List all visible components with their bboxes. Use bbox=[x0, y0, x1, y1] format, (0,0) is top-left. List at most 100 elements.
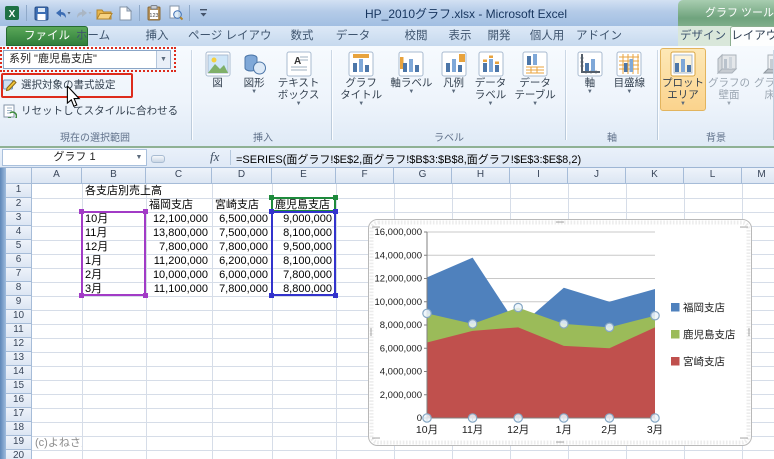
cell-C4[interactable]: 13,800,000 bbox=[146, 226, 212, 240]
cell-D4[interactable]: 7,500,000 bbox=[212, 226, 272, 240]
row-header-19[interactable]: 19 bbox=[6, 436, 32, 450]
cell-C2[interactable]: 福岡支店 bbox=[146, 198, 212, 212]
row-header-7[interactable]: 7 bbox=[6, 268, 32, 282]
row-header-6[interactable]: 6 bbox=[6, 254, 32, 268]
cell-C7[interactable]: 10,000,000 bbox=[146, 268, 212, 282]
column-header-D[interactable]: D bbox=[212, 168, 272, 184]
excel-logo-icon[interactable]: X bbox=[3, 4, 21, 22]
name-box-dropdown-icon[interactable]: ▼ bbox=[133, 151, 145, 164]
tab-review[interactable]: 校閲 bbox=[392, 26, 440, 46]
cell-D3[interactable]: 6,500,000 bbox=[212, 212, 272, 226]
tab-layout[interactable]: レイアウト bbox=[730, 26, 774, 46]
cell-A19[interactable]: (c)よねさん bbox=[32, 436, 82, 450]
cell-E6[interactable]: 8,100,000 bbox=[272, 254, 336, 268]
column-header-G[interactable]: G bbox=[394, 168, 452, 184]
redo-icon[interactable] bbox=[74, 4, 92, 22]
axis-labels-button[interactable]: 軸ラベル▼ bbox=[388, 48, 434, 111]
cell-C6[interactable]: 11,200,000 bbox=[146, 254, 212, 268]
save-icon[interactable] bbox=[32, 4, 50, 22]
row-header-18[interactable]: 18 bbox=[6, 422, 32, 436]
cell-E4[interactable]: 8,100,000 bbox=[272, 226, 336, 240]
chart-element-combo[interactable]: 系列 "鹿児島支店" ▼ bbox=[3, 50, 171, 69]
cell-E3[interactable]: 9,000,000 bbox=[272, 212, 336, 226]
column-header-M[interactable]: M bbox=[742, 168, 774, 184]
open-folder-icon[interactable] bbox=[95, 4, 113, 22]
tab-design[interactable]: デザイン bbox=[676, 26, 730, 46]
column-header-K[interactable]: K bbox=[626, 168, 684, 184]
column-header-I[interactable]: I bbox=[510, 168, 568, 184]
cell-D5[interactable]: 7,800,000 bbox=[212, 240, 272, 254]
cell-C8[interactable]: 11,100,000 bbox=[146, 282, 212, 296]
cell-B1[interactable]: 各支店別売上高 bbox=[82, 184, 210, 198]
row-header-1[interactable]: 1 bbox=[6, 184, 32, 198]
data-labels-button[interactable]: データラベル▼ bbox=[473, 48, 509, 111]
tab-data[interactable]: データ bbox=[328, 26, 378, 46]
cell-B4[interactable]: 11月 bbox=[82, 226, 146, 240]
formula-bar-handle[interactable] bbox=[151, 155, 165, 163]
tab-formulas[interactable]: 数式 bbox=[276, 26, 328, 46]
row-header-11[interactable]: 11 bbox=[6, 324, 32, 338]
cell-B3[interactable]: 10月 bbox=[82, 212, 146, 226]
qat-customize-icon[interactable] bbox=[195, 4, 213, 22]
cell-D8[interactable]: 7,800,000 bbox=[212, 282, 272, 296]
row-header-9[interactable]: 9 bbox=[6, 296, 32, 310]
reset-to-match-style-button[interactable]: リセットしてスタイルに合わせる bbox=[3, 103, 178, 118]
new-document-icon[interactable] bbox=[116, 4, 134, 22]
row-header-17[interactable]: 17 bbox=[6, 408, 32, 422]
cell-B5[interactable]: 12月 bbox=[82, 240, 146, 254]
cell-E7[interactable]: 7,800,000 bbox=[272, 268, 336, 282]
chart[interactable]: 02,000,0004,000,0006,000,0008,000,00010,… bbox=[368, 219, 752, 446]
row-header-13[interactable]: 13 bbox=[6, 352, 32, 366]
row-header-20[interactable]: 20 bbox=[6, 450, 32, 459]
column-header-H[interactable]: H bbox=[452, 168, 510, 184]
insert-function-icon[interactable]: fx bbox=[210, 149, 219, 165]
tab-page-layout[interactable]: ページ レイアウト bbox=[188, 26, 272, 46]
format-selection-button[interactable]: 選択対象の書式設定 bbox=[3, 77, 116, 92]
tab-insert[interactable]: 挿入 bbox=[130, 26, 184, 46]
row-header-3[interactable]: 3 bbox=[6, 212, 32, 226]
row-header-4[interactable]: 4 bbox=[6, 226, 32, 240]
column-header-J[interactable]: J bbox=[568, 168, 626, 184]
column-header-L[interactable]: L bbox=[684, 168, 742, 184]
column-header-C[interactable]: C bbox=[146, 168, 212, 184]
row-header-8[interactable]: 8 bbox=[6, 282, 32, 296]
tab-personal[interactable]: 個人用 bbox=[521, 26, 573, 46]
row-header-15[interactable]: 15 bbox=[6, 380, 32, 394]
row-header-10[interactable]: 10 bbox=[6, 310, 32, 324]
picture-button[interactable]: 図 bbox=[203, 48, 233, 111]
cell-E2[interactable]: 鹿児島支店 bbox=[272, 198, 336, 212]
cell-C5[interactable]: 7,800,000 bbox=[146, 240, 212, 254]
cell-C3[interactable]: 12,100,000 bbox=[146, 212, 212, 226]
tab-developer[interactable]: 開発 bbox=[477, 26, 521, 46]
cell-B8[interactable]: 3月 bbox=[82, 282, 146, 296]
column-header-F[interactable]: F bbox=[336, 168, 394, 184]
column-header-B[interactable]: B bbox=[82, 168, 146, 184]
row-header-5[interactable]: 5 bbox=[6, 240, 32, 254]
paste-values-icon[interactable]: 123 bbox=[145, 4, 163, 22]
cell-D2[interactable]: 宮崎支店 bbox=[212, 198, 272, 212]
column-header-A[interactable]: A bbox=[32, 168, 82, 184]
cell-B6[interactable]: 1月 bbox=[82, 254, 146, 268]
shapes-button[interactable]: 図形▼ bbox=[239, 48, 269, 111]
column-header-E[interactable]: E bbox=[272, 168, 336, 184]
cell-E5[interactable]: 9,500,000 bbox=[272, 240, 336, 254]
cell-E8[interactable]: 8,800,000 bbox=[272, 282, 336, 296]
gridlines-button[interactable]: 目盛線▼ bbox=[612, 48, 648, 99]
chevron-down-icon[interactable]: ▼ bbox=[156, 51, 170, 68]
chart-title-button[interactable]: グラフタイトル▼ bbox=[338, 48, 384, 111]
undo-icon[interactable] bbox=[53, 4, 71, 22]
tab-addins[interactable]: アドイン bbox=[571, 26, 627, 46]
name-box[interactable]: グラフ 1 ▼ bbox=[2, 149, 147, 166]
cell-B7[interactable]: 2月 bbox=[82, 268, 146, 282]
cell-D6[interactable]: 6,200,000 bbox=[212, 254, 272, 268]
textbox-button[interactable]: Aテキストボックス▼ bbox=[276, 48, 322, 111]
data-table-button[interactable]: データテーブル▼ bbox=[512, 48, 557, 111]
tab-home[interactable]: ホーム bbox=[66, 26, 120, 46]
formula-input[interactable]: =SERIES(面グラフ!$E$2,面グラフ!$B$3:$B$8,面グラフ!$E… bbox=[236, 151, 770, 167]
cell-D7[interactable]: 6,000,000 bbox=[212, 268, 272, 282]
legend-button[interactable]: 凡例▼ bbox=[439, 48, 469, 111]
row-header-2[interactable]: 2 bbox=[6, 198, 32, 212]
row-header-16[interactable]: 16 bbox=[6, 394, 32, 408]
plot-area-button[interactable]: プロットエリア▼ bbox=[660, 48, 706, 111]
select-all-corner[interactable] bbox=[6, 168, 32, 184]
